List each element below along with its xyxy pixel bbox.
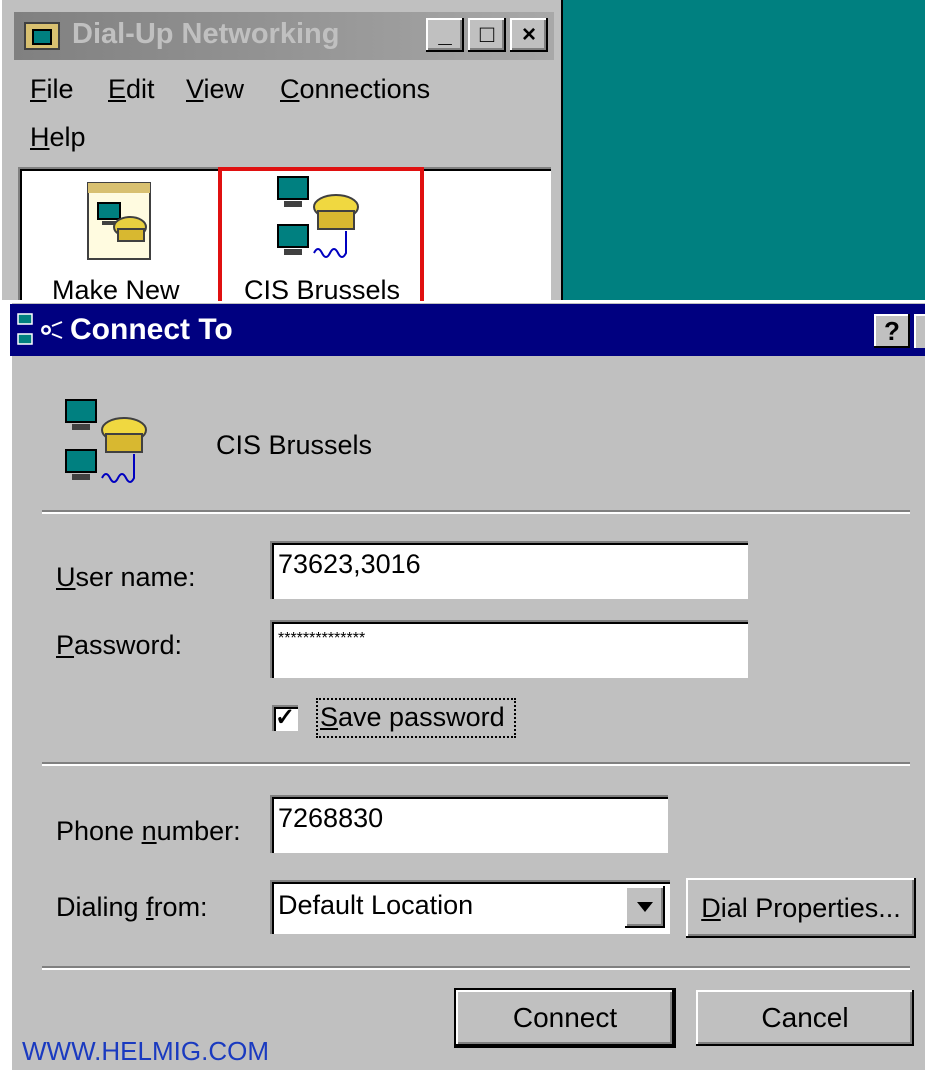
make-new-connection-icon[interactable] [84,177,158,268]
menu-view[interactable]: View [186,74,244,105]
dialup-networking-app-icon [24,22,60,50]
minimize-button[interactable]: _ [426,18,464,52]
password-field[interactable]: ************** [270,620,748,678]
save-password-checkbox[interactable]: ✓ [272,705,298,731]
username-label: User name: [56,562,196,592]
help-button[interactable]: ? [874,314,910,348]
dialup-titlebar-icon [16,312,66,355]
dialup-networking-window: Dial-Up Networking _ □ × File Edit View … [0,0,563,307]
connection-name: CIS Brussels [216,430,373,460]
watermark: WWW.HELMIG.COM [22,1036,269,1066]
save-password-label[interactable]: Save password [320,702,505,733]
close-button-partial[interactable] [914,314,925,348]
dialup-networking-titlebar[interactable]: Dial-Up Networking _ □ × [14,12,554,60]
dialog-title: Connect To [70,313,233,346]
cancel-button[interactable]: Cancel [696,990,914,1046]
menu-edit[interactable]: Edit [108,74,155,105]
selection-highlight [218,167,424,307]
separator [42,966,910,970]
dialing-from-label: Dialing from: [56,892,208,922]
item-label-make-new: Make New [52,275,180,300]
close-button[interactable]: × [510,18,548,52]
desktop-background [563,0,925,300]
username-field[interactable]: 73623,3016 [270,541,748,599]
menu-file[interactable]: File [30,74,74,105]
dialing-from-select[interactable]: Default Location [270,880,670,934]
separator [42,762,910,766]
dropdown-arrow-icon[interactable] [625,886,665,928]
menu-help[interactable]: Help [30,122,86,153]
connect-button[interactable]: Connect [454,988,676,1048]
maximize-button[interactable]: □ [468,18,506,52]
window-title: Dial-Up Networking [72,18,340,50]
password-label: Password: [56,630,183,660]
menu-connections[interactable]: Connections [280,74,430,105]
dial-properties-button[interactable]: Dial Properties... [686,878,916,938]
phone-number-label: Phone number: [56,816,241,846]
connect-to-titlebar[interactable]: Connect To ? [10,304,925,356]
phone-number-field[interactable]: 7268830 [270,795,668,853]
connection-icon [62,396,152,493]
separator [42,510,910,514]
